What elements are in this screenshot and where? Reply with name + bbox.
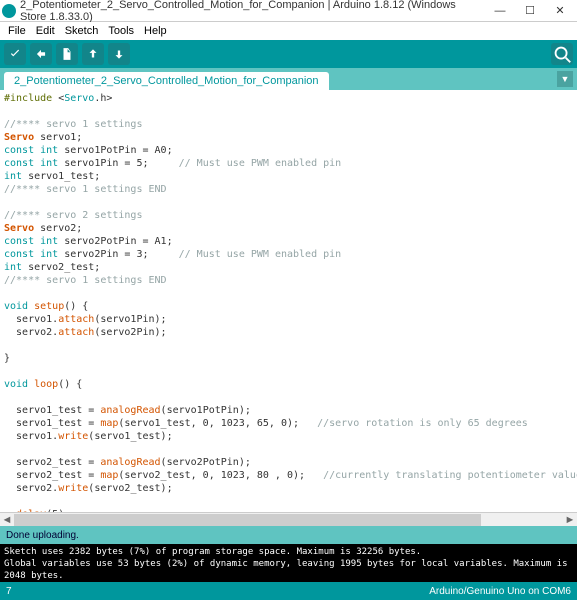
output-console[interactable]: Sketch uses 2382 bytes (7%) of program s… [0,544,577,582]
scroll-right-icon[interactable]: ► [563,514,577,526]
line-number: 7 [6,586,12,597]
maximize-button[interactable]: ☐ [515,1,545,21]
close-button[interactable]: ✕ [545,1,575,21]
code-editor[interactable]: #include <Servo.h> //**** servo 1 settin… [0,90,577,512]
console-line: Sketch uses 2382 bytes (7%) of program s… [4,546,573,558]
upload-button[interactable] [30,43,52,65]
board-info: Arduino/Genuino Uno on COM6 [429,586,571,597]
toolbar [0,40,577,68]
status-message: Done uploading. [6,530,79,541]
status-bar: Done uploading. [0,526,577,544]
menu-tools[interactable]: Tools [104,24,138,38]
tab-menu-button[interactable]: ▼ [557,71,573,87]
scroll-left-icon[interactable]: ◄ [0,514,14,526]
code-content[interactable]: #include <Servo.h> //**** servo 1 settin… [0,90,577,512]
window-title: 2_Potentiometer_2_Servo_Controlled_Motio… [20,0,485,23]
menu-edit[interactable]: Edit [32,24,59,38]
console-line: Global variables use 53 bytes (2%) of dy… [4,558,573,582]
menubar: File Edit Sketch Tools Help [0,22,577,40]
scroll-thumb[interactable] [14,514,481,526]
open-button[interactable] [82,43,104,65]
menu-file[interactable]: File [4,24,30,38]
tabbar: 2_Potentiometer_2_Servo_Controlled_Motio… [0,68,577,90]
minimize-button[interactable]: — [485,1,515,21]
horizontal-scrollbar[interactable]: ◄ ► [0,512,577,526]
arduino-icon [2,4,16,18]
menu-sketch[interactable]: Sketch [61,24,103,38]
tab-sketch[interactable]: 2_Potentiometer_2_Servo_Controlled_Motio… [4,72,329,90]
scroll-track[interactable] [14,514,563,526]
bottom-bar: 7 Arduino/Genuino Uno on COM6 [0,582,577,600]
new-button[interactable] [56,43,78,65]
titlebar: 2_Potentiometer_2_Servo_Controlled_Motio… [0,0,577,22]
verify-button[interactable] [4,43,26,65]
menu-help[interactable]: Help [140,24,171,38]
save-button[interactable] [108,43,130,65]
serial-monitor-button[interactable] [551,43,573,65]
window-controls: — ☐ ✕ [485,1,575,21]
